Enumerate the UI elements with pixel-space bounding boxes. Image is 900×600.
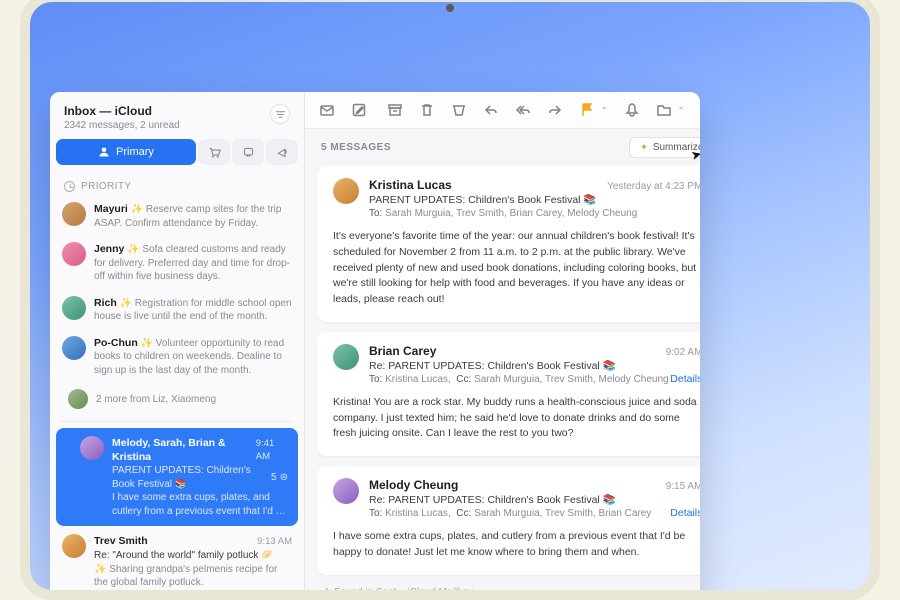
mute-icon[interactable] bbox=[624, 102, 640, 118]
compose-icon[interactable] bbox=[351, 102, 367, 118]
divider bbox=[60, 421, 294, 422]
message-card[interactable]: Brian Carey9:02 AM Re: PARENT UPDATES: C… bbox=[317, 332, 700, 456]
priority-list: Mayuri ✨ Reserve camp sites for the trip… bbox=[50, 196, 304, 600]
message-list-pane: Inbox — iCloud 2342 messages, 2 unread P… bbox=[50, 92, 305, 600]
archive-icon[interactable] bbox=[387, 102, 403, 118]
priority-item[interactable]: Po-Chun ✨ Volunteer opportunity to read … bbox=[50, 330, 304, 384]
mailbox-subtitle: 2342 messages, 2 unread bbox=[64, 120, 180, 131]
mailbox-title: Inbox — iCloud bbox=[64, 104, 180, 118]
flag-icon[interactable] bbox=[579, 102, 595, 118]
reading-pane: ⌄ ⌄ 5 MESSAGES ✦ Summarize ➤ bbox=[305, 92, 700, 600]
priority-more[interactable]: 2 more from Liz, Xiaomeng bbox=[50, 383, 304, 415]
get-mail-icon[interactable] bbox=[319, 102, 335, 118]
reply-icon[interactable] bbox=[483, 102, 499, 118]
avatar bbox=[333, 178, 359, 204]
message-card[interactable]: Melody Cheung9:15 AM Re: PARENT UPDATES:… bbox=[317, 466, 700, 575]
sparkle-icon: ✦ bbox=[640, 142, 648, 153]
flag-menu-caret[interactable]: ⌄ bbox=[601, 102, 608, 118]
found-in-label: ✈ Found in Sent – iCloud Mailbox bbox=[317, 585, 700, 600]
move-menu-caret[interactable]: ⌄ bbox=[678, 102, 685, 118]
tab-updates[interactable] bbox=[232, 139, 264, 165]
reply-all-icon[interactable] bbox=[515, 102, 531, 118]
message-subject: Re: PARENT UPDATES: Children's Book Fest… bbox=[369, 493, 700, 506]
junk-icon[interactable] bbox=[451, 102, 467, 118]
mail-window: Inbox — iCloud 2342 messages, 2 unread P… bbox=[50, 92, 700, 600]
unread-dot bbox=[66, 436, 72, 518]
toolbar: ⌄ ⌄ bbox=[305, 92, 700, 129]
priority-item[interactable]: Mayuri ✨ Reserve camp sites for the trip… bbox=[50, 196, 304, 236]
trash-icon[interactable] bbox=[419, 102, 435, 118]
tab-promotions[interactable] bbox=[266, 139, 298, 165]
tab-shopping[interactable] bbox=[198, 139, 230, 165]
message-body: It's everyone's favorite time of the yea… bbox=[333, 229, 700, 308]
details-link[interactable]: Details bbox=[670, 373, 700, 385]
clock-icon bbox=[64, 181, 75, 192]
thread-count-label: 5 MESSAGES bbox=[321, 142, 391, 153]
priority-item[interactable]: Jenny ✨ Sofa cleared customs and ready f… bbox=[50, 236, 304, 290]
tab-primary[interactable]: Primary bbox=[56, 139, 196, 165]
avatar bbox=[62, 296, 86, 320]
message-body: Kristina! You are a rock star. My buddy … bbox=[333, 395, 700, 442]
message-card[interactable]: Kristina LucasYesterday at 4:23 PM PAREN… bbox=[317, 166, 700, 322]
avatar bbox=[333, 344, 359, 370]
message-item[interactable]: Po-Chun Yeh8:56 AM Re: Library volunteer… bbox=[50, 596, 304, 600]
avatar bbox=[62, 202, 86, 226]
message-subject: PARENT UPDATES: Children's Book Festival… bbox=[369, 193, 700, 206]
avatar bbox=[62, 534, 86, 558]
message-item[interactable]: Trev Smith9:13 AM Re: "Around the world"… bbox=[50, 528, 304, 595]
thread-list: Kristina LucasYesterday at 4:23 PM PAREN… bbox=[305, 166, 700, 600]
avatar bbox=[80, 436, 104, 460]
avatar bbox=[333, 478, 359, 504]
filter-button[interactable] bbox=[270, 104, 290, 124]
summarize-button[interactable]: ✦ Summarize ➤ bbox=[629, 137, 700, 158]
message-subject: Re: PARENT UPDATES: Children's Book Fest… bbox=[369, 359, 700, 372]
avatar bbox=[62, 242, 86, 266]
tab-primary-label: Primary bbox=[116, 146, 154, 158]
priority-item[interactable]: Rich ✨ Registration for middle school op… bbox=[50, 290, 304, 330]
details-link[interactable]: Details bbox=[670, 507, 700, 519]
move-icon[interactable] bbox=[656, 102, 672, 118]
avatar bbox=[62, 336, 86, 360]
forward-icon[interactable] bbox=[547, 102, 563, 118]
thread-icon: ⊜ bbox=[280, 471, 288, 485]
message-body: I have some extra cups, plates, and cutl… bbox=[333, 529, 700, 561]
avatar bbox=[68, 389, 88, 409]
priority-section-header: PRIORITY bbox=[50, 173, 304, 196]
imac-camera bbox=[446, 4, 454, 12]
message-item-selected[interactable]: Melody, Sarah, Brian & Kristina9:41 AM P… bbox=[56, 428, 298, 526]
cursor-icon: ➤ bbox=[689, 146, 700, 164]
